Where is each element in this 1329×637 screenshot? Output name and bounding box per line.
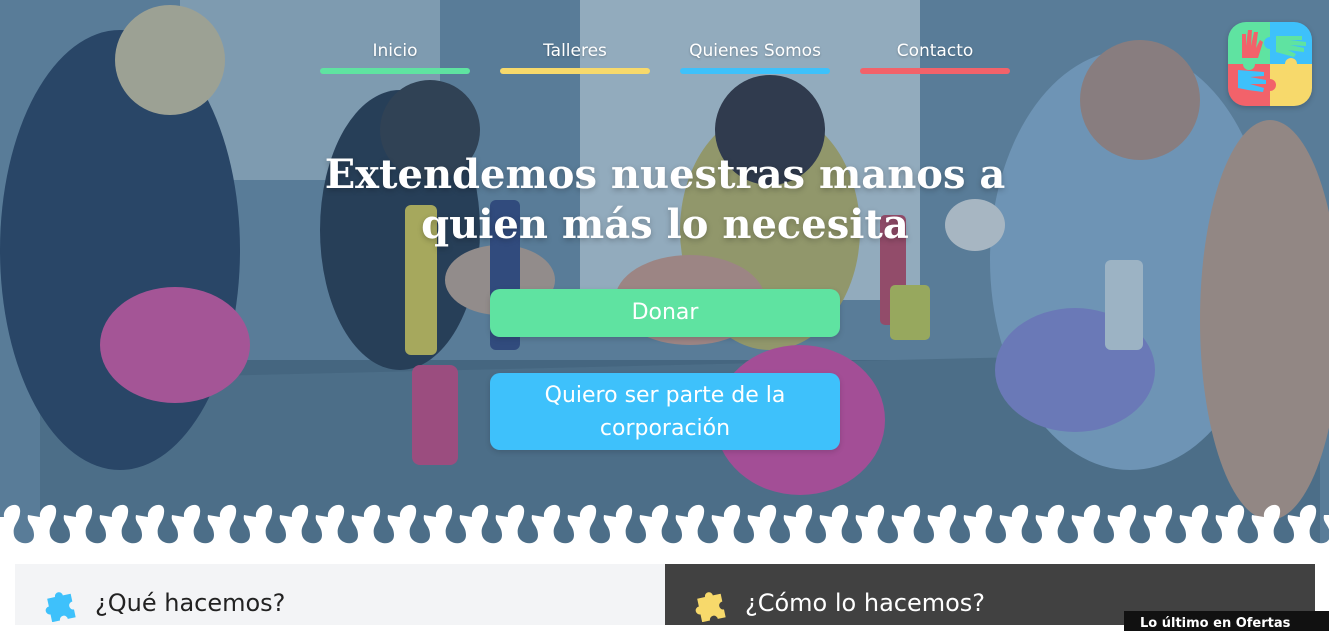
puzzle-piece-icon [45,592,76,622]
puzzle-piece-icon [695,592,726,622]
donate-button[interactable]: Donar [490,289,840,337]
nav-item-inicio[interactable]: Inicio [320,38,470,74]
nav-underline [320,68,470,74]
headline-line-2: quien más lo necesita [421,201,909,248]
nav-item-talleres[interactable]: Talleres [500,38,650,74]
main-navigation: Inicio Talleres Quienes Somos Contacto [320,38,1010,78]
nav-underline [860,68,1010,74]
headline-line-1: Extendemos nuestras manos a [324,151,1006,198]
wavy-divider [0,504,1329,545]
nav-item-contacto[interactable]: Contacto [860,38,1010,74]
join-corporation-button[interactable]: Quiero ser parte de la corporación [490,373,840,450]
nav-item-label: Inicio [372,41,418,61]
nav-underline [500,68,650,74]
what-we-do-card[interactable]: ¿Qué hacemos? [15,564,665,625]
join-button-label: Quiero ser parte de la corporación [544,382,786,441]
nav-item-label: Contacto [896,41,974,61]
nav-underline [680,68,830,74]
offers-chat-tab[interactable]: Lo último en Ofertas [1124,611,1329,631]
how-we-do-it-title: ¿Cómo lo hacemos? [745,589,986,617]
nav-item-quienes-somos[interactable]: Quienes Somos [680,38,830,74]
hero-color-overlay [0,0,1329,545]
what-we-do-title: ¿Qué hacemos? [95,589,286,617]
nav-item-label: Quienes Somos [689,41,821,61]
hero-headline: Extendemos nuestras manos a quien más lo… [260,150,1070,250]
brand-logo[interactable] [1228,22,1312,106]
nav-item-label: Talleres [543,41,607,61]
hero-section: Inicio Talleres Quienes Somos Contacto E… [0,0,1329,545]
hands-puzzle-logo-icon [1228,22,1312,106]
